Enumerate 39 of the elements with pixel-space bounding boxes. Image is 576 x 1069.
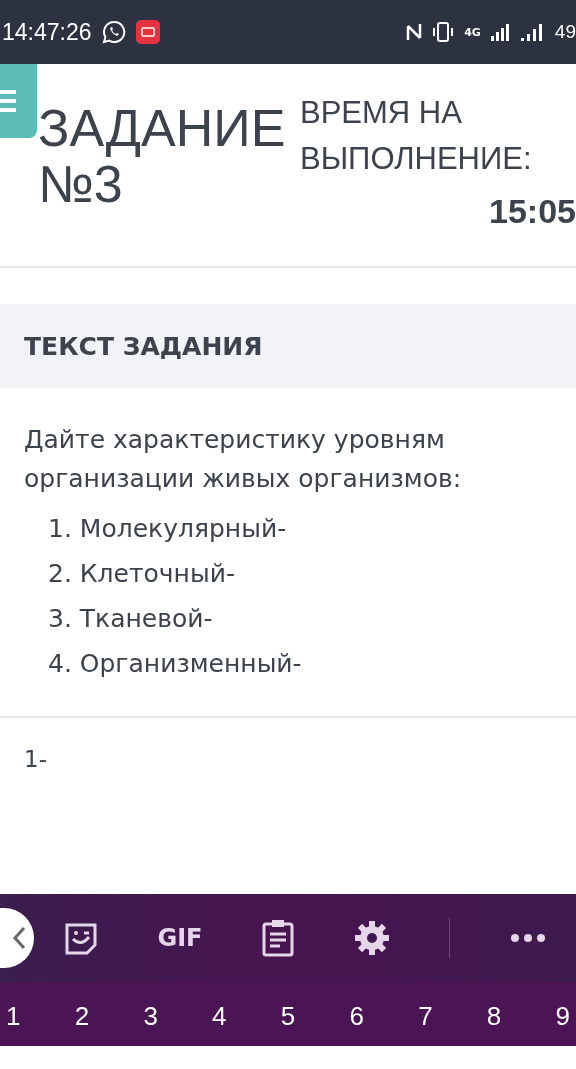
number-key[interactable]: 9 bbox=[549, 986, 576, 1046]
number-key[interactable]: 6 bbox=[343, 986, 370, 1046]
task-list-item: 4. Организменный- bbox=[48, 648, 303, 680]
number-key[interactable]: 7 bbox=[412, 986, 439, 1046]
sticker-icon bbox=[63, 921, 98, 955]
nfc-icon bbox=[406, 22, 423, 42]
task-text: Дайте характеристику уровням организации живых организмов: bbox=[24, 424, 463, 495]
recording-icon bbox=[135, 20, 160, 44]
signal-icon bbox=[490, 22, 511, 42]
clipboard-icon bbox=[262, 919, 295, 957]
number-key[interactable]: 1 bbox=[0, 986, 27, 1046]
chevron-left-icon bbox=[12, 926, 26, 950]
chat-icon bbox=[101, 20, 126, 44]
number-key[interactable]: 3 bbox=[137, 986, 164, 1046]
number-key[interactable]: 4 bbox=[206, 986, 233, 1046]
answer-field[interactable]: 1- bbox=[0, 718, 576, 868]
number-key[interactable]: 2 bbox=[68, 986, 96, 1046]
signal-icon bbox=[520, 22, 545, 42]
status-time: 14:47:26 bbox=[2, 18, 92, 46]
more-icon bbox=[510, 933, 547, 943]
settings-button[interactable] bbox=[353, 920, 390, 956]
gif-button[interactable]: GIF bbox=[157, 924, 203, 952]
settings-icon bbox=[353, 920, 390, 956]
number-key[interactable]: 5 bbox=[274, 986, 302, 1046]
sticker-button[interactable] bbox=[63, 921, 98, 955]
task-title: ЗАДАНИЕ №3 bbox=[38, 100, 286, 215]
number-key[interactable]: 8 bbox=[480, 986, 508, 1046]
network-type: 4G bbox=[464, 25, 481, 39]
vibrate-icon bbox=[432, 22, 455, 42]
task-list-item: 2. Клеточный- bbox=[48, 558, 236, 590]
section-heading: ТЕКСТ ЗАДАНИЯ bbox=[0, 304, 576, 388]
clipboard-button[interactable] bbox=[262, 919, 295, 957]
task-list-item: 1. Молекулярный- bbox=[48, 513, 288, 545]
battery-level: 49 bbox=[554, 21, 576, 43]
more-button[interactable] bbox=[510, 933, 547, 943]
time-label: ВРЕМЯ НА ВЫПОЛНЕНИЕ: bbox=[300, 94, 533, 178]
task-list-item: 3. Тканевой- bbox=[48, 603, 214, 635]
timer: 15:05 bbox=[489, 192, 576, 231]
menu-icon bbox=[0, 89, 16, 113]
